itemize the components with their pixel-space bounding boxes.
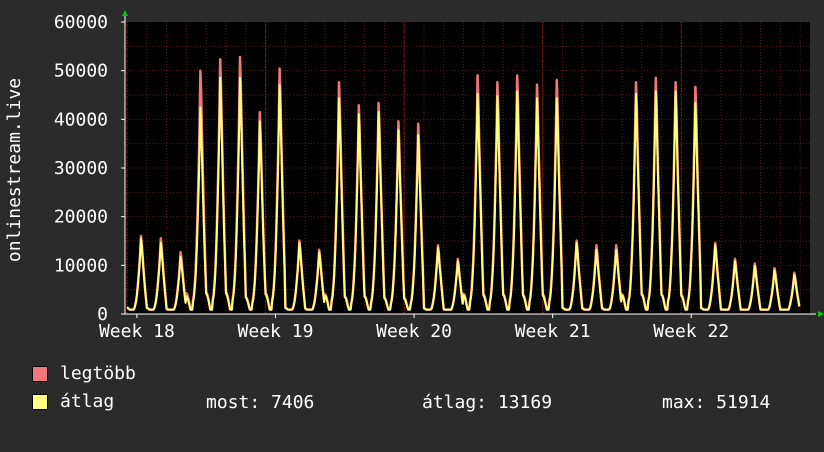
y-tick-labels: 0100002000030000400005000060000 — [54, 12, 108, 325]
legend-label-avg: átlag — [60, 391, 115, 412]
chart-svg: 0100002000030000400005000060000 Week 18 W… — [4, 10, 824, 342]
y-tick-label: 10000 — [54, 255, 108, 276]
y-axis-arrow-icon — [122, 10, 128, 16]
y-tick-label: 60000 — [54, 12, 108, 33]
x-axis-arrow-icon — [818, 311, 824, 317]
x-tick-labels: Week 18 Week 19 Week 20 Week 21 Week 22 — [99, 321, 729, 342]
y-tick-label: 30000 — [54, 158, 108, 179]
y-tick-label: 20000 — [54, 207, 108, 228]
legend-item-avg: átlag — [32, 392, 114, 452]
stat-current: most: 7406 — [206, 392, 315, 413]
y-tick-label: 50000 — [54, 61, 108, 82]
legend-label-max: legtöbb — [60, 363, 136, 384]
legend-swatch-avg — [32, 394, 48, 410]
x-tick-label: Week 22 — [653, 321, 729, 342]
x-tick-label: Week 19 — [238, 321, 314, 342]
x-tick-label: Week 21 — [515, 321, 591, 342]
stat-average: átlag: 13169 — [422, 392, 553, 413]
x-tick-label: Week 20 — [376, 321, 452, 342]
x-tick-label: Week 18 — [99, 321, 175, 342]
y-axis-label: onlinestream.live — [4, 78, 25, 262]
legend-swatch-max — [32, 366, 48, 382]
stat-max: max: 51914 — [662, 392, 771, 413]
y-tick-label: 40000 — [54, 109, 108, 130]
